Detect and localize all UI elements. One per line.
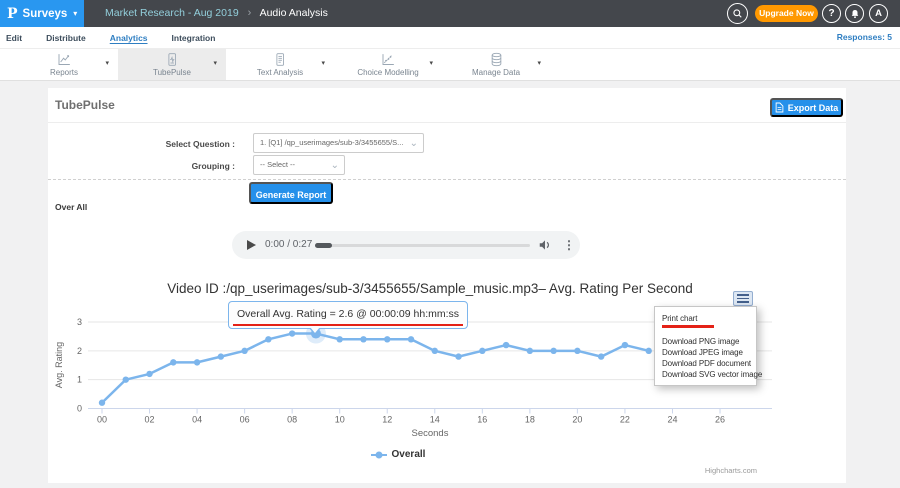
svg-text:00: 00 bbox=[97, 415, 107, 425]
responses-count[interactable]: Responses: 5 bbox=[837, 27, 892, 48]
questionpro-logo-icon: P bbox=[7, 6, 18, 22]
toolbar-item-label: Choice Modelling bbox=[357, 68, 418, 77]
chevron-down-icon: ▾ bbox=[321, 59, 325, 67]
nav-item-edit[interactable]: Edit bbox=[6, 33, 22, 43]
avatar[interactable]: A bbox=[869, 4, 888, 23]
svg-text:20: 20 bbox=[572, 415, 582, 425]
chevron-down-icon: ▾ bbox=[73, 9, 77, 18]
toolbar-item-manage-data[interactable]: Manage Data ▾ bbox=[442, 49, 550, 80]
chevron-down-icon: ▾ bbox=[213, 59, 217, 67]
svg-text:Avg. Rating: Avg. Rating bbox=[54, 342, 64, 388]
chevron-down-icon: ▾ bbox=[105, 59, 109, 67]
svg-text:1: 1 bbox=[77, 375, 82, 385]
breadcrumb-survey-link[interactable]: Market Research - Aug 2019 bbox=[105, 7, 239, 19]
tooltip-text: Overall Avg. Rating = 2.6 @ 00:00:09 hh:… bbox=[237, 308, 459, 320]
menu-separator bbox=[655, 328, 756, 336]
toolbar-item-label: Reports bbox=[50, 68, 78, 77]
highcharts-credits-link[interactable]: Highcharts.com bbox=[607, 466, 757, 475]
svg-text:22: 22 bbox=[620, 415, 630, 425]
svg-text:02: 02 bbox=[145, 415, 155, 425]
menu-item-download-svg[interactable]: Download SVG vector image bbox=[655, 369, 756, 380]
svg-text:10: 10 bbox=[335, 415, 345, 425]
help-button[interactable]: ? bbox=[822, 4, 841, 23]
svg-text:Seconds: Seconds bbox=[412, 428, 449, 439]
svg-text:08: 08 bbox=[287, 415, 297, 425]
text-document-icon bbox=[273, 53, 287, 67]
search-icon[interactable] bbox=[727, 3, 748, 24]
pulse-document-icon bbox=[165, 53, 179, 67]
surveys-product-menu[interactable]: P Surveys ▾ bbox=[0, 0, 84, 27]
nav-item-integration[interactable]: Integration bbox=[172, 33, 216, 43]
survey-nav: Edit Distribute Analytics Integration Re… bbox=[0, 27, 900, 48]
chevron-down-icon: ▾ bbox=[429, 59, 433, 67]
menu-item-download-jpeg[interactable]: Download JPEG image bbox=[655, 347, 756, 358]
svg-text:26: 26 bbox=[715, 415, 725, 425]
breadcrumb-current-page: Audio Analysis bbox=[260, 7, 328, 19]
menu-item-download-png[interactable]: Download PNG image bbox=[655, 336, 756, 347]
toolbar-item-label: TubePulse bbox=[153, 68, 191, 77]
product-label: Surveys bbox=[23, 8, 68, 20]
chart-context-menu-icon[interactable] bbox=[733, 291, 753, 306]
legend-item-overall[interactable]: Overall bbox=[288, 449, 508, 460]
tooltip-arrow-fill bbox=[310, 327, 320, 333]
svg-text:24: 24 bbox=[667, 415, 677, 425]
svg-text:06: 06 bbox=[240, 415, 250, 425]
upgrade-now-button[interactable]: Upgrade Now bbox=[755, 5, 818, 22]
line-chart-icon bbox=[56, 53, 72, 67]
rating-line-chart[interactable]: 01230002040608101214161820222426Avg. Rat… bbox=[48, 88, 846, 483]
svg-text:18: 18 bbox=[525, 415, 535, 425]
notifications-bell-icon[interactable] bbox=[845, 4, 864, 23]
chart-tooltip: Overall Avg. Rating = 2.6 @ 00:00:09 hh:… bbox=[228, 301, 468, 329]
toolbar-item-reports[interactable]: Reports ▾ bbox=[10, 49, 118, 80]
red-annotation-underline bbox=[233, 324, 463, 327]
menu-item-print-chart[interactable]: Print chart bbox=[655, 311, 756, 324]
breadcrumb: Market Research - Aug 2019 › Audio Analy… bbox=[105, 0, 328, 27]
svg-text:3: 3 bbox=[77, 317, 82, 327]
toolbar-item-label: Text Analysis bbox=[257, 68, 303, 77]
database-icon bbox=[489, 53, 504, 67]
svg-text:16: 16 bbox=[477, 415, 487, 425]
tubepulse-panel: TubePulse Export Data Select Question : … bbox=[48, 88, 846, 483]
toolbar-item-tubepulse[interactable]: TubePulse ▾ bbox=[118, 49, 226, 80]
analytics-toolbar: Reports ▾ TubePulse ▾ Text Analysis ▾ Ch… bbox=[0, 48, 900, 81]
menu-item-download-pdf[interactable]: Download PDF document bbox=[655, 358, 756, 369]
toolbar-item-choice-modelling[interactable]: Choice Modelling ▾ bbox=[334, 49, 442, 80]
chart-context-menu: Print chart Download PNG image Download … bbox=[654, 306, 757, 386]
top-bar: P Surveys ▾ Market Research - Aug 2019 ›… bbox=[0, 0, 900, 27]
chevron-down-icon: ▾ bbox=[537, 59, 541, 67]
app-screen: P Surveys ▾ Market Research - Aug 2019 ›… bbox=[0, 0, 900, 488]
scatter-chart-icon bbox=[380, 53, 396, 67]
svg-text:04: 04 bbox=[192, 415, 202, 425]
svg-text:0: 0 bbox=[77, 404, 82, 414]
toolbar-item-label: Manage Data bbox=[472, 68, 520, 77]
nav-item-distribute[interactable]: Distribute bbox=[46, 33, 86, 43]
legend-marker-icon bbox=[371, 450, 387, 460]
toolbar-item-text-analysis[interactable]: Text Analysis ▾ bbox=[226, 49, 334, 80]
svg-text:2: 2 bbox=[77, 346, 82, 356]
legend-label: Overall bbox=[392, 449, 426, 460]
svg-text:14: 14 bbox=[430, 415, 440, 425]
nav-item-analytics[interactable]: Analytics bbox=[110, 33, 148, 43]
breadcrumb-separator: › bbox=[248, 7, 252, 19]
svg-text:12: 12 bbox=[382, 415, 392, 425]
